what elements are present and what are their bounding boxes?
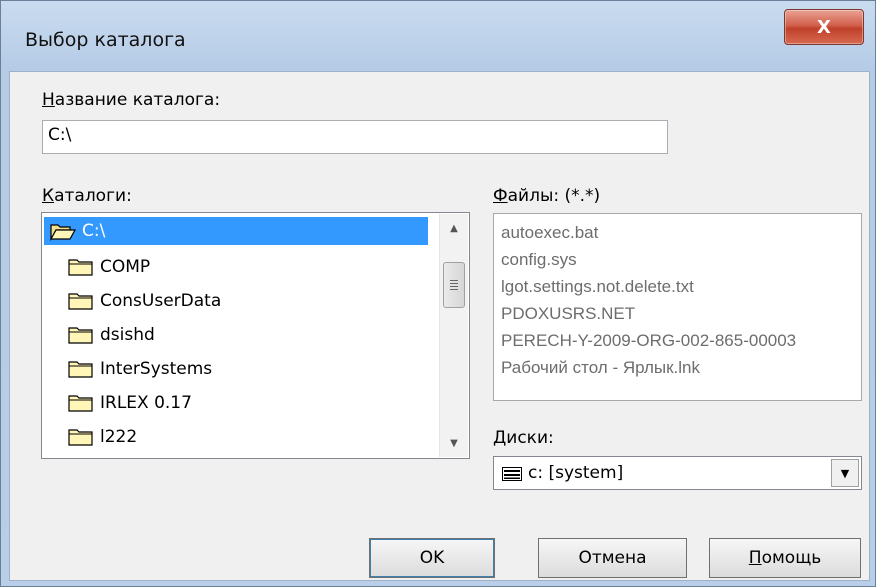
folder-icon	[68, 325, 94, 345]
close-icon: X	[817, 16, 831, 38]
directories-label: Каталоги:	[42, 186, 132, 206]
directory-item[interactable]: InterSystems	[68, 355, 448, 383]
chevron-down-icon[interactable]: ▼	[831, 459, 859, 487]
directory-item-label: C:\	[78, 220, 110, 242]
folder-icon	[68, 427, 94, 447]
grip-icon	[450, 280, 458, 290]
drive-select[interactable]: c: [system] ▼	[493, 456, 862, 490]
dir-name-label: Название каталога:	[42, 90, 221, 110]
file-list: autoexec.bat config.sys lgot.settings.no…	[493, 213, 862, 401]
directory-item-label: IRLEX 0.17	[100, 393, 192, 413]
directory-scrollbar[interactable]: ▲ ▼	[439, 214, 468, 457]
drives-label: Диски:	[493, 428, 554, 448]
directory-item-label: COMP	[100, 257, 151, 277]
dialog-window: Выбор каталога X Название каталога: C:\ …	[0, 0, 876, 587]
open-folder-icon	[50, 221, 76, 241]
directory-item[interactable]: COMP	[68, 253, 448, 281]
scroll-thumb[interactable]	[443, 262, 465, 308]
file-item: autoexec.bat	[501, 223, 599, 242]
cancel-button[interactable]: Отмена	[538, 538, 687, 578]
directory-item[interactable]: l222	[68, 423, 448, 451]
directory-list[interactable]: C:\ COMP ConsUserData dsishd InterSystem…	[41, 212, 470, 459]
dialog-client: Название каталога: C:\ Каталоги: C:\ COM…	[9, 71, 870, 581]
directory-item-label: dsishd	[100, 325, 155, 345]
dir-name-input[interactable]: C:\	[42, 120, 668, 154]
files-label: Файлы: (*.*)	[493, 186, 601, 206]
scroll-down-arrow-icon[interactable]: ▼	[440, 429, 468, 457]
window-title: Выбор каталога	[25, 29, 186, 51]
help-button[interactable]: Помощь	[709, 538, 861, 578]
folder-icon	[68, 257, 94, 277]
title-bar[interactable]: Выбор каталога X	[1, 1, 875, 71]
close-button[interactable]: X	[784, 9, 864, 45]
file-item: Рабочий стол - Ярлык.lnk	[501, 358, 701, 377]
directory-item[interactable]: dsishd	[68, 321, 448, 349]
folder-icon	[68, 393, 94, 413]
scroll-up-arrow-icon[interactable]: ▲	[440, 214, 468, 242]
file-item: lgot.settings.not.delete.txt	[501, 277, 694, 296]
directory-item-label: l222	[100, 427, 138, 447]
drive-value: c: [system]	[528, 463, 624, 483]
file-item: PERECH-Y-2009-ORG-002-865-00003	[501, 331, 797, 350]
folder-icon	[68, 291, 94, 311]
file-item: config.sys	[501, 250, 577, 269]
folder-icon	[68, 359, 94, 379]
directory-item-label: InterSystems	[100, 359, 213, 379]
directory-item[interactable]: IRLEX 0.17	[68, 389, 448, 417]
directory-item[interactable]: ConsUserData	[68, 287, 448, 315]
directory-item-root[interactable]: C:\	[44, 217, 428, 245]
directory-item-label: ConsUserData	[100, 291, 222, 311]
ok-button[interactable]: OK	[369, 538, 495, 578]
drive-icon	[502, 466, 522, 486]
file-item: PDOXUSRS.NET	[501, 304, 636, 323]
